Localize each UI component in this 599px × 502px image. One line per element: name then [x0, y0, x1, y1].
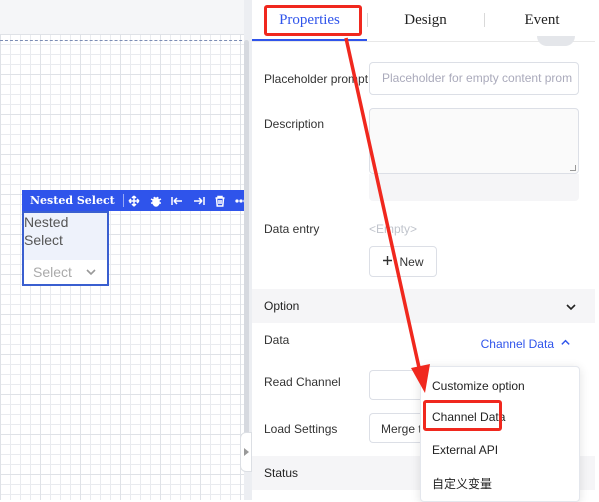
tab-properties[interactable]: Properties	[252, 0, 367, 40]
align-left-icon[interactable]	[167, 190, 188, 211]
placeholder-prompt-label: Placeholder prompt	[264, 72, 369, 86]
option-section-header[interactable]: Option	[252, 289, 599, 323]
resize-handle-icon[interactable]	[570, 165, 576, 171]
load-settings-value: Merge t	[381, 422, 422, 436]
description-label: Description	[264, 117, 325, 131]
active-tab-indicator	[252, 39, 367, 41]
data-label: Data	[264, 333, 290, 347]
delete-icon[interactable]	[209, 190, 230, 211]
chevron-down-icon	[85, 265, 97, 281]
collapse-arrow-icon	[244, 448, 249, 456]
canvas-scrollbar[interactable]	[244, 40, 249, 470]
data-entry-empty: <Empty>	[369, 222, 418, 236]
description-footer	[369, 174, 579, 201]
dropdown-item-customize-option[interactable]: Customize option	[432, 379, 525, 393]
data-source-dropdown: Customize option Channel Data External A…	[420, 366, 580, 502]
nested-select-component[interactable]: Nested Select Select	[22, 211, 109, 286]
new-button-label: New	[399, 254, 424, 269]
new-data-entry-button[interactable]: New	[369, 246, 437, 277]
tab-event[interactable]: Event	[485, 0, 599, 40]
toggle-switch[interactable]	[537, 36, 575, 46]
component-title: Nested Select	[22, 194, 124, 207]
nested-select-dropdown[interactable]: Select	[24, 260, 107, 284]
nested-select-label: Nested Select	[24, 214, 69, 248]
chevron-up-icon	[560, 337, 571, 351]
placeholder-prompt-placeholder: Placeholder for empty content prompt	[382, 71, 572, 85]
bug-icon[interactable]	[145, 190, 166, 211]
placeholder-prompt-input[interactable]: Placeholder for empty content prompt	[369, 62, 579, 95]
align-right-icon[interactable]	[188, 190, 209, 211]
data-entry-label: Data entry	[264, 222, 320, 236]
description-textarea[interactable]	[369, 108, 579, 174]
panel-scrollbar[interactable]	[595, 30, 599, 500]
select-placeholder: Select	[33, 264, 72, 280]
canvas-guide-line	[0, 40, 252, 41]
move-icon[interactable]	[124, 190, 145, 211]
load-settings-label: Load Settings	[264, 422, 338, 436]
component-toolbar: Nested Select	[22, 190, 252, 211]
status-section-title: Status	[264, 466, 299, 480]
dropdown-item-channel-data[interactable]: Channel Data	[432, 410, 505, 424]
plus-icon	[382, 255, 393, 269]
tab-design[interactable]: Design	[368, 0, 483, 40]
read-channel-label: Read Channel	[264, 375, 341, 389]
chevron-down-icon	[565, 301, 577, 316]
panel-collapse-toggle[interactable]	[240, 432, 252, 472]
option-section-title: Option	[264, 299, 300, 313]
data-source-value: Channel Data	[480, 337, 554, 351]
data-source-selector[interactable]: Channel Data	[481, 337, 571, 351]
design-canvas[interactable]: Nested Select Nested Select Select	[0, 0, 252, 500]
dropdown-item-custom-variable[interactable]: 自定义变量	[432, 475, 492, 492]
dropdown-item-external-api[interactable]: External API	[432, 443, 498, 457]
